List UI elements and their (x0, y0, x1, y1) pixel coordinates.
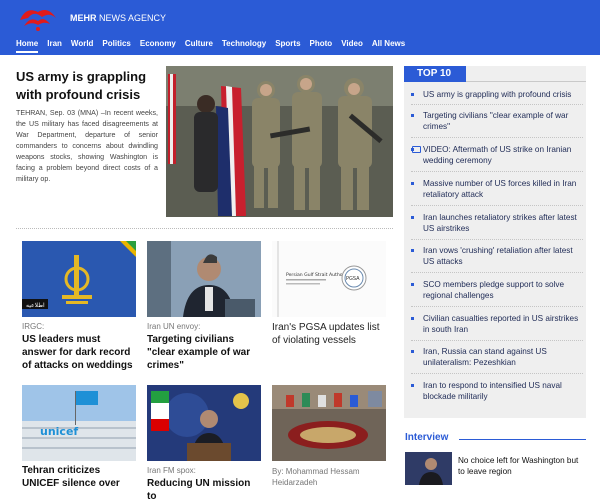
site-header: MEHR NEWS AGENCY Home Iran World Politic… (0, 0, 600, 55)
top10-item-label: VIDEO: Aftermath of US strike on Iranian… (423, 145, 572, 165)
card-kicker: IRGC: (22, 322, 45, 331)
top10-label: TOP 10 (404, 66, 466, 82)
nav-economy[interactable]: Economy (140, 38, 176, 53)
top10-separator (411, 171, 583, 172)
summit-hall-illustration (272, 385, 386, 461)
card-thumb-pgsa[interactable]: Persian Gulf Strait Authority PGSA (272, 241, 386, 317)
brand-suffix: NEWS AGENCY (99, 13, 167, 23)
nav-home[interactable]: Home (16, 38, 39, 53)
card-byline: By: Mohammad Hessam Heidarzadeh (272, 467, 360, 487)
card-thumb-fm-spox[interactable] (147, 385, 261, 461)
section-divider (16, 228, 393, 229)
top10-item[interactable]: Iran launches retaliatory strikes after … (411, 212, 583, 234)
nav-technology[interactable]: Technology (222, 38, 266, 53)
brand-name[interactable]: MEHR NEWS AGENCY (70, 13, 166, 23)
top10-item-label: Iran launches retaliatory strikes after … (423, 213, 577, 233)
nav-all-news[interactable]: All News (372, 38, 405, 53)
top10-separator (411, 104, 583, 105)
card-kicker: Iran FM spox: (147, 466, 196, 475)
card-thumb-summit[interactable] (272, 385, 386, 461)
top10-separator (411, 205, 583, 206)
top10-item-label: SCO members pledge support to solve regi… (423, 280, 565, 300)
mehr-logo-icon[interactable] (16, 4, 60, 32)
top10-separator (411, 306, 583, 307)
card-kicker: Iran UN envoy: (147, 322, 201, 331)
nav-culture[interactable]: Culture (185, 38, 213, 53)
video-icon (412, 146, 421, 153)
top10-separator (411, 373, 583, 374)
lead-headline[interactable]: US army is grappling with profound crisi… (16, 68, 162, 104)
nav-video[interactable]: Video (341, 38, 363, 53)
pgsa-logo-icon: PGSA (346, 276, 360, 282)
interview-title[interactable]: No choice left for Washington but to lea… (458, 455, 586, 477)
top10-item[interactable]: SCO members pledge support to solve regi… (411, 279, 583, 301)
top10-item-label: Massive number of US forces killed in Ir… (423, 179, 577, 199)
top10-item[interactable]: US army is grappling with profound crisi… (411, 89, 583, 100)
top10-item-label: Iran, Russia can stand against US unilat… (423, 347, 547, 367)
notice-badge: اطلاعیه (26, 302, 45, 309)
top10-item-label: US army is grappling with profound crisi… (423, 90, 572, 99)
card-title[interactable]: Tehran criticizes UNICEF silence over (22, 464, 136, 490)
interview-thumb[interactable] (405, 452, 452, 485)
top10-item[interactable]: Targeting civilians "clear example of wa… (411, 110, 583, 132)
envoy-illustration (147, 241, 261, 317)
soldiers-illustration (166, 66, 393, 217)
nav-politics[interactable]: Politics (102, 38, 130, 53)
nav-world[interactable]: World (71, 38, 94, 53)
interview-heading[interactable]: Interview (405, 432, 448, 443)
top10-item-label: Iran to respond to intensified US naval … (423, 381, 562, 401)
main-nav: Home Iran World Politics Economy Culture… (16, 38, 414, 53)
top10-separator (411, 340, 583, 341)
brand-title: MEHR (70, 13, 97, 23)
top10-item-label: Iran vows 'crushing' retaliation after l… (423, 246, 573, 266)
nav-sports[interactable]: Sports (275, 38, 300, 53)
top10-item-label: Civilian casualties reported in US airst… (423, 314, 579, 334)
card-thumb-unicef[interactable]: unicef (22, 385, 136, 461)
unicef-logo-icon: unicef (40, 425, 78, 438)
card-title[interactable]: Reducing UN mission to (147, 477, 261, 503)
top10-item[interactable]: Iran, Russia can stand against US unilat… (411, 346, 583, 368)
lead-photo[interactable] (166, 66, 393, 217)
card-title[interactable]: Targeting civilians "clear example of wa… (147, 333, 261, 372)
lead-summary: TEHRAN, Sep. 03 (MNA) –In recent weeks, … (16, 109, 158, 183)
top10-item[interactable]: Massive number of US forces killed in Ir… (411, 178, 583, 200)
interviewee-illustration (405, 452, 452, 485)
top10-item[interactable]: Civilian casualties reported in US airst… (411, 313, 583, 335)
top10-divider (466, 81, 586, 82)
card-thumb-un-envoy[interactable] (147, 241, 261, 317)
interview-divider (459, 439, 586, 440)
card-title[interactable]: US leaders must answer for dark record o… (22, 333, 136, 372)
card-thumb-irgc[interactable]: اطلاعیه (22, 241, 136, 317)
unicef-building-illustration: unicef (22, 385, 136, 461)
top10-item[interactable]: VIDEO: Aftermath of US strike on Iranian… (411, 144, 583, 166)
top10-item[interactable]: Iran to respond to intensified US naval … (411, 380, 583, 402)
top10-item-label: Targeting civilians "clear example of wa… (423, 111, 569, 131)
pgsa-caption: Persian Gulf Strait Authority (286, 272, 351, 278)
top10-item[interactable]: Iran vows 'crushing' retaliation after l… (411, 245, 583, 267)
nav-iran[interactable]: Iran (47, 38, 62, 53)
nav-photo[interactable]: Photo (310, 38, 333, 53)
top10-separator (411, 137, 583, 138)
pgsa-document-illustration: Persian Gulf Strait Authority PGSA (272, 241, 386, 317)
top10-separator (411, 239, 583, 240)
irgc-emblem-icon: اطلاعیه (22, 241, 136, 317)
spokesman-illustration (147, 385, 261, 461)
top10-separator (411, 272, 583, 273)
card-title[interactable]: Iran's PGSA updates list of violating ve… (272, 321, 390, 347)
